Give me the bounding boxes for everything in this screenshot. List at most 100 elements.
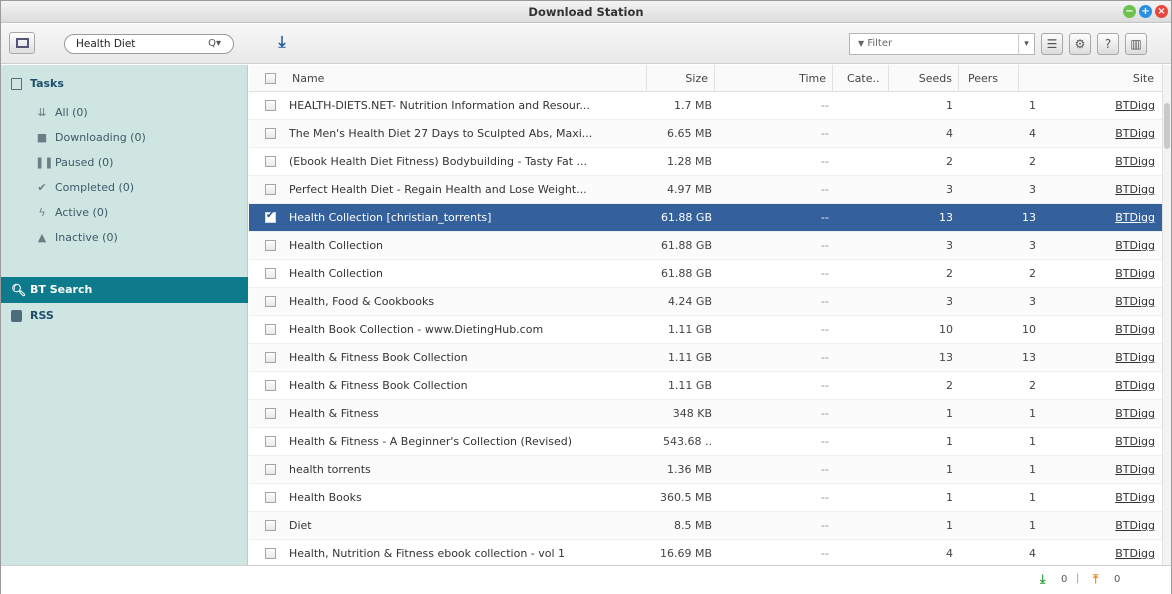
row-time: -- bbox=[821, 155, 829, 168]
column-header-time[interactable]: Time bbox=[715, 65, 833, 92]
sidebar-item-inactive[interactable]: ▲ Inactive (0) bbox=[1, 226, 248, 250]
settings-button[interactable]: ⚙ bbox=[1069, 33, 1091, 55]
row-checkbox[interactable] bbox=[265, 380, 276, 391]
row-site-link[interactable]: BTDigg bbox=[1059, 372, 1155, 400]
sidebar: Tasks ⇊ All (0) ■ Downloading (0) ❚❚ Pau… bbox=[1, 65, 248, 565]
row-site-link[interactable]: BTDigg bbox=[1059, 484, 1155, 512]
maximize-button[interactable]: + bbox=[1139, 5, 1152, 18]
column-header-peers[interactable]: Peers bbox=[959, 65, 1019, 92]
chevron-down-icon[interactable]: ▾ bbox=[1018, 34, 1034, 54]
table-row[interactable]: The Men's Health Diet 27 Days to Sculpte… bbox=[249, 120, 1162, 148]
vertical-scrollbar[interactable] bbox=[1162, 65, 1171, 565]
row-checkbox[interactable] bbox=[265, 128, 276, 139]
table-row[interactable]: Health Books 360.5 MB -- 1 1 BTDigg bbox=[249, 484, 1162, 512]
scrollbar-thumb[interactable] bbox=[1164, 103, 1170, 149]
row-checkbox[interactable] bbox=[265, 184, 276, 195]
row-site-link[interactable]: BTDigg bbox=[1059, 456, 1155, 484]
row-site-link[interactable]: BTDigg bbox=[1059, 428, 1155, 456]
help-button[interactable]: ? bbox=[1097, 33, 1119, 55]
select-all-checkbox[interactable] bbox=[265, 73, 276, 84]
row-name: Health Collection bbox=[289, 267, 384, 280]
row-checkbox[interactable] bbox=[265, 240, 276, 251]
row-checkbox[interactable] bbox=[265, 100, 276, 111]
sidebar-item-paused[interactable]: ❚❚ Paused (0) bbox=[1, 151, 248, 175]
row-checkbox[interactable] bbox=[265, 408, 276, 419]
row-site-link[interactable]: BTDigg bbox=[1059, 176, 1155, 204]
table-row[interactable]: Health, Nutrition & Fitness ebook collec… bbox=[249, 540, 1162, 565]
row-seeds: 1 bbox=[946, 407, 953, 420]
table-row[interactable]: Health & Fitness 348 KB -- 1 1 BTDigg bbox=[249, 400, 1162, 428]
column-header-name[interactable]: Name bbox=[289, 65, 647, 92]
table-row[interactable]: health torrents 1.36 MB -- 1 1 BTDigg bbox=[249, 456, 1162, 484]
row-checkbox[interactable] bbox=[265, 436, 276, 447]
sidebar-item-label: Active (0) bbox=[55, 206, 109, 219]
row-time: -- bbox=[821, 547, 829, 560]
row-site-link[interactable]: BTDigg bbox=[1059, 148, 1155, 176]
search-icon[interactable]: Q▾ bbox=[208, 35, 221, 53]
sidebar-item-active[interactable]: ϟ Active (0) bbox=[1, 201, 248, 225]
row-site-link[interactable]: BTDigg bbox=[1059, 344, 1155, 372]
table-row[interactable]: Health Collection [christian_torrents] 61… bbox=[249, 204, 1162, 232]
sidebar-item-label: Paused (0) bbox=[55, 156, 114, 169]
column-header-category[interactable]: Cate.. bbox=[833, 65, 889, 92]
sidebar-item-completed[interactable]: ✔ Completed (0) bbox=[1, 176, 248, 200]
row-checkbox[interactable] bbox=[265, 492, 276, 503]
table-row[interactable]: Health Collection 61.88 GB -- 3 3 BTDigg bbox=[249, 232, 1162, 260]
row-size: 4.24 GB bbox=[667, 295, 712, 308]
row-time: -- bbox=[821, 407, 829, 420]
columns-button[interactable]: ▥ bbox=[1125, 33, 1147, 55]
table-row[interactable]: Health Book Collection - www.DietingHub.… bbox=[249, 316, 1162, 344]
table-row[interactable]: Perfect Health Diet - Regain Health and … bbox=[249, 176, 1162, 204]
sidebar-section-tasks[interactable]: Tasks bbox=[1, 71, 248, 97]
row-name: HEALTH-DIETS.NET- Nutrition Information … bbox=[289, 99, 590, 112]
row-time: -- bbox=[821, 295, 829, 308]
row-site-link[interactable]: BTDigg bbox=[1059, 540, 1155, 565]
row-name: Health, Food & Cookbooks bbox=[289, 295, 435, 308]
row-seeds: 3 bbox=[946, 239, 953, 252]
row-site-link[interactable]: BTDigg bbox=[1059, 400, 1155, 428]
row-checkbox[interactable] bbox=[265, 520, 276, 531]
row-name: Health Books bbox=[289, 491, 362, 504]
table-row[interactable]: Health, Food & Cookbooks 4.24 GB -- 3 3 BTDig… bbox=[249, 288, 1162, 316]
minimize-button[interactable]: − bbox=[1123, 5, 1136, 18]
table-row[interactable]: Diet 8.5 MB -- 1 1 BTDigg bbox=[249, 512, 1162, 540]
row-site-link[interactable]: BTDigg bbox=[1059, 288, 1155, 316]
row-checkbox[interactable] bbox=[265, 156, 276, 167]
close-button[interactable]: × bbox=[1155, 5, 1168, 18]
upload-count: 0 bbox=[1114, 574, 1121, 585]
column-header-site[interactable]: Site bbox=[1019, 65, 1162, 92]
row-checkbox[interactable] bbox=[265, 352, 276, 363]
row-site-link[interactable]: BTDigg bbox=[1059, 316, 1155, 344]
row-site-link[interactable]: BTDigg bbox=[1059, 120, 1155, 148]
row-site-link[interactable]: BTDigg bbox=[1059, 512, 1155, 540]
table-row[interactable]: Health Collection 61.88 GB -- 2 2 BTDigg bbox=[249, 260, 1162, 288]
sidebar-item-all[interactable]: ⇊ All (0) bbox=[1, 101, 248, 125]
row-checkbox[interactable] bbox=[265, 548, 276, 559]
column-header-seeds[interactable]: Seeds bbox=[889, 65, 959, 92]
column-header-size[interactable]: Size bbox=[647, 65, 715, 92]
row-checkbox[interactable] bbox=[265, 464, 276, 475]
table-row[interactable]: Health & Fitness Book Collection 1.11 GB -… bbox=[249, 344, 1162, 372]
row-site-link[interactable]: BTDigg bbox=[1059, 232, 1155, 260]
row-checkbox[interactable] bbox=[265, 268, 276, 279]
download-icon[interactable]: ⤓ bbox=[272, 32, 292, 54]
filter-input[interactable]: ▼ Filter ▾ bbox=[849, 33, 1035, 55]
row-site-link[interactable]: BTDigg bbox=[1059, 260, 1155, 288]
row-checkbox[interactable] bbox=[265, 324, 276, 335]
table-row[interactable]: HEALTH-DIETS.NET- Nutrition Information … bbox=[249, 92, 1162, 120]
sidebar-section-bt-search[interactable]: 🔍︎ BT Search bbox=[1, 277, 248, 303]
sidebar-toggle-button[interactable] bbox=[9, 32, 35, 54]
row-site-link[interactable]: BTDigg bbox=[1059, 92, 1155, 120]
row-peers: 1 bbox=[1029, 99, 1036, 112]
action-menu-button[interactable]: ☰ bbox=[1041, 33, 1063, 55]
row-site-link[interactable]: BTDigg bbox=[1059, 204, 1155, 232]
table-row[interactable]: Health & Fitness - A Beginner's Collecti… bbox=[249, 428, 1162, 456]
table-row[interactable]: Health & Fitness Book Collection 1.11 GB -… bbox=[249, 372, 1162, 400]
row-checkbox[interactable] bbox=[265, 210, 276, 223]
sidebar-section-rss[interactable]: RSS bbox=[1, 303, 248, 329]
search-input[interactable]: Health Diet Q▾ bbox=[64, 34, 234, 54]
row-checkbox[interactable] bbox=[265, 296, 276, 307]
table-row[interactable]: (Ebook Health Diet Fitness) Bodybuilding… bbox=[249, 148, 1162, 176]
row-size: 543.68 .. bbox=[663, 435, 712, 448]
sidebar-item-downloading[interactable]: ■ Downloading (0) bbox=[1, 126, 248, 150]
